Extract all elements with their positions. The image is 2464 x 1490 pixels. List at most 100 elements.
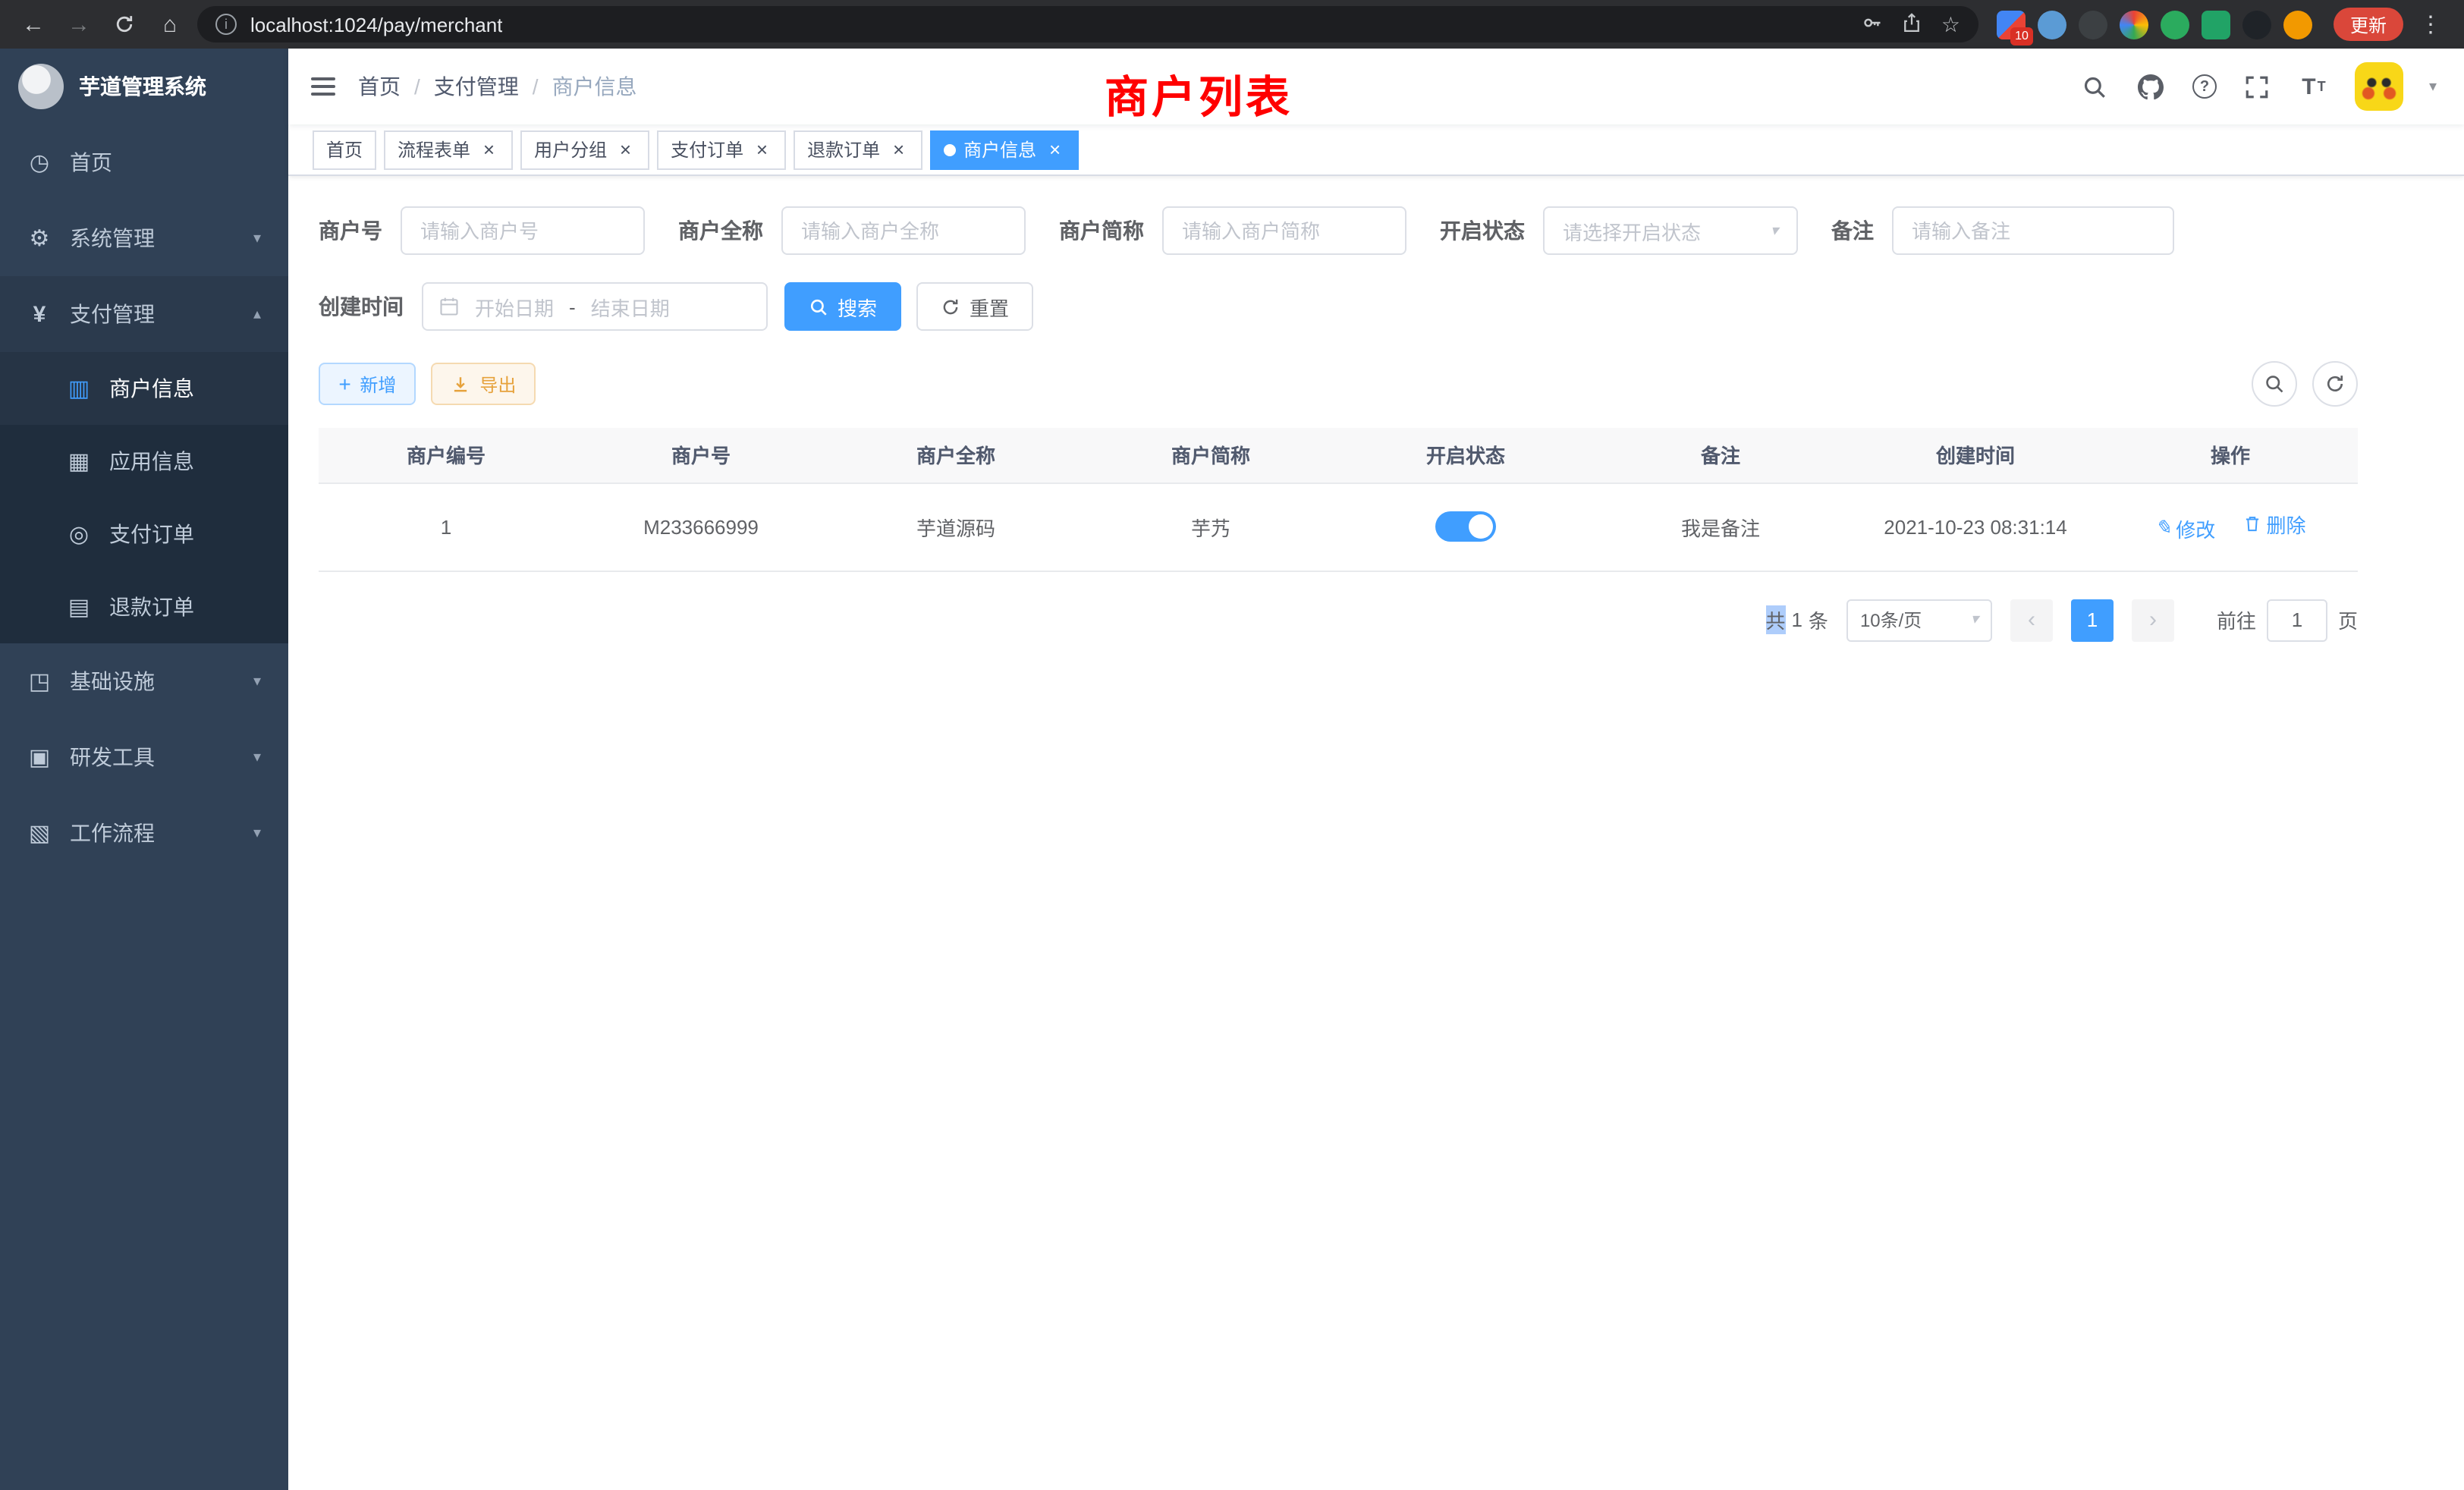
address-bar[interactable]: localhost:1024/pay/merchant bbox=[197, 6, 1978, 42]
search-button-label: 搜索 bbox=[838, 292, 877, 321]
remark-input[interactable] bbox=[1892, 206, 2174, 255]
extension-grid-icon[interactable]: 10 bbox=[1997, 10, 2026, 39]
merchant-no-input[interactable] bbox=[401, 206, 645, 255]
sidebar-item-label: 系统管理 bbox=[70, 223, 155, 253]
extension-knot-icon[interactable] bbox=[2242, 10, 2271, 39]
edit-link[interactable]: 修改 bbox=[2154, 514, 2215, 543]
sidebar-subitem-refund-order[interactable]: 退款订单 bbox=[0, 571, 288, 643]
top-navbar: 首页 支付管理 商户信息 商户列表 bbox=[288, 49, 2464, 124]
tab-home[interactable]: 首页 bbox=[313, 130, 376, 169]
sidebar-item-home[interactable]: 首页 bbox=[0, 124, 288, 200]
close-icon[interactable] bbox=[478, 139, 499, 160]
search-button[interactable]: 搜索 bbox=[784, 282, 901, 331]
export-button[interactable]: 导出 bbox=[431, 363, 536, 405]
goto-page-input[interactable] bbox=[2267, 599, 2327, 641]
breadcrumb-pay[interactable]: 支付管理 bbox=[434, 71, 519, 102]
sidebar-toggle-icon[interactable] bbox=[288, 49, 358, 124]
filter-short-name: 商户简称 bbox=[1059, 206, 1406, 255]
chevron-down-icon bbox=[253, 825, 261, 841]
chevron-down-icon bbox=[1971, 611, 1978, 628]
full-name-input[interactable] bbox=[781, 206, 1026, 255]
search-icon[interactable] bbox=[2080, 71, 2110, 102]
close-icon[interactable] bbox=[888, 139, 909, 160]
extension-green-square-icon[interactable] bbox=[2202, 10, 2230, 39]
extension-green-circle-icon[interactable] bbox=[2161, 10, 2189, 39]
github-icon[interactable] bbox=[2136, 71, 2167, 102]
tab-user-group[interactable]: 用户分组 bbox=[520, 130, 649, 169]
next-page-button[interactable] bbox=[2132, 599, 2174, 641]
extension-avatar-icon[interactable] bbox=[2120, 10, 2148, 39]
status-label: 开启状态 bbox=[1440, 215, 1525, 246]
refresh-icon bbox=[941, 297, 960, 316]
breadcrumb-current: 商户信息 bbox=[552, 71, 637, 102]
toggle-search-button[interactable] bbox=[2252, 361, 2297, 407]
create-time-range-picker[interactable]: 开始日期 - 结束日期 bbox=[422, 282, 768, 331]
browser-extensions: 10 bbox=[1997, 10, 2312, 39]
close-icon[interactable] bbox=[1044, 139, 1065, 160]
extension-orange-avatar-icon[interactable] bbox=[2283, 10, 2312, 39]
tab-pay-order[interactable]: 支付订单 bbox=[657, 130, 786, 169]
sidebar-subitem-pay-order[interactable]: 支付订单 bbox=[0, 498, 288, 571]
status-toggle[interactable] bbox=[1435, 511, 1496, 542]
close-icon[interactable] bbox=[614, 139, 636, 160]
font-size-icon[interactable] bbox=[2299, 71, 2329, 102]
short-name-input[interactable] bbox=[1162, 206, 1406, 255]
start-date-placeholder: 开始日期 bbox=[475, 292, 554, 321]
bookmark-star-icon[interactable] bbox=[1941, 11, 1960, 37]
browser-reload-icon[interactable] bbox=[106, 6, 143, 42]
close-icon[interactable] bbox=[751, 139, 772, 160]
reset-button[interactable]: 重置 bbox=[916, 282, 1033, 331]
sidebar-item-system[interactable]: 系统管理 bbox=[0, 200, 288, 276]
download-icon bbox=[451, 374, 470, 394]
app-root: 芋道管理系统 首页 系统管理 支付管理 bbox=[0, 49, 2464, 1490]
sidebar-item-pay[interactable]: 支付管理 bbox=[0, 276, 288, 352]
extension-drop-icon[interactable] bbox=[2038, 10, 2066, 39]
status-select[interactable]: 请选择开启状态 bbox=[1543, 206, 1798, 255]
cell-full-name: 芋道源码 bbox=[828, 483, 1083, 571]
plus-icon bbox=[338, 373, 350, 395]
table-toolbar: 新增 导出 bbox=[319, 361, 2358, 407]
app-logo[interactable]: 芋道管理系统 bbox=[0, 49, 288, 124]
column-header: 备注 bbox=[1593, 428, 1848, 483]
browser-update-button[interactable]: 更新 bbox=[2334, 8, 2403, 41]
browser-menu-icon[interactable] bbox=[2412, 6, 2449, 42]
user-menu-caret-icon[interactable] bbox=[2429, 78, 2437, 95]
gear-icon bbox=[27, 225, 52, 252]
sidebar-item-label: 支付管理 bbox=[70, 299, 155, 329]
merchant-no-label: 商户号 bbox=[319, 215, 382, 246]
chevron-down-icon bbox=[253, 749, 261, 765]
logo-image bbox=[18, 64, 64, 109]
site-info-icon[interactable] bbox=[215, 14, 237, 35]
refresh-icon bbox=[2324, 373, 2346, 395]
fullscreen-icon[interactable] bbox=[2242, 71, 2273, 102]
tab-merchant-info[interactable]: 商户信息 bbox=[930, 130, 1079, 169]
sidebar-subitem-app-info[interactable]: 应用信息 bbox=[0, 425, 288, 498]
browser-back-icon[interactable] bbox=[15, 6, 52, 42]
page-size-select[interactable]: 10条/页 bbox=[1846, 599, 1992, 641]
help-icon[interactable] bbox=[2192, 74, 2217, 99]
user-avatar[interactable] bbox=[2355, 62, 2403, 111]
sidebar-item-infra[interactable]: 基础设施 bbox=[0, 643, 288, 719]
browser-forward-icon[interactable] bbox=[61, 6, 97, 42]
sidebar-subitem-merchant-info[interactable]: 商户信息 bbox=[0, 352, 288, 425]
share-icon[interactable] bbox=[1902, 11, 1923, 37]
browser-home-icon[interactable] bbox=[152, 6, 188, 42]
reset-button-label: 重置 bbox=[970, 292, 1009, 321]
sidebar-item-workflow[interactable]: 工作流程 bbox=[0, 795, 288, 871]
document-icon bbox=[67, 593, 91, 621]
tab-process-form[interactable]: 流程表单 bbox=[384, 130, 513, 169]
page-number-button[interactable]: 1 bbox=[2071, 599, 2114, 641]
breadcrumb-home[interactable]: 首页 bbox=[358, 71, 401, 102]
status-select-placeholder: 请选择开启状态 bbox=[1563, 216, 1701, 245]
screenshot-root: localhost:1024/pay/merchant 10 更新 bbox=[0, 0, 2464, 1490]
add-button[interactable]: 新增 bbox=[319, 363, 416, 405]
password-key-icon[interactable] bbox=[1862, 11, 1884, 37]
column-header: 商户号 bbox=[574, 428, 828, 483]
refresh-table-button[interactable] bbox=[2312, 361, 2358, 407]
url-text[interactable]: localhost:1024/pay/merchant bbox=[250, 13, 502, 36]
delete-link[interactable]: 删除 bbox=[2242, 511, 2306, 539]
prev-page-button[interactable] bbox=[2010, 599, 2053, 641]
sidebar-item-devtools[interactable]: 研发工具 bbox=[0, 719, 288, 795]
extension-dark-icon[interactable] bbox=[2079, 10, 2107, 39]
tab-refund-order[interactable]: 退款订单 bbox=[794, 130, 922, 169]
